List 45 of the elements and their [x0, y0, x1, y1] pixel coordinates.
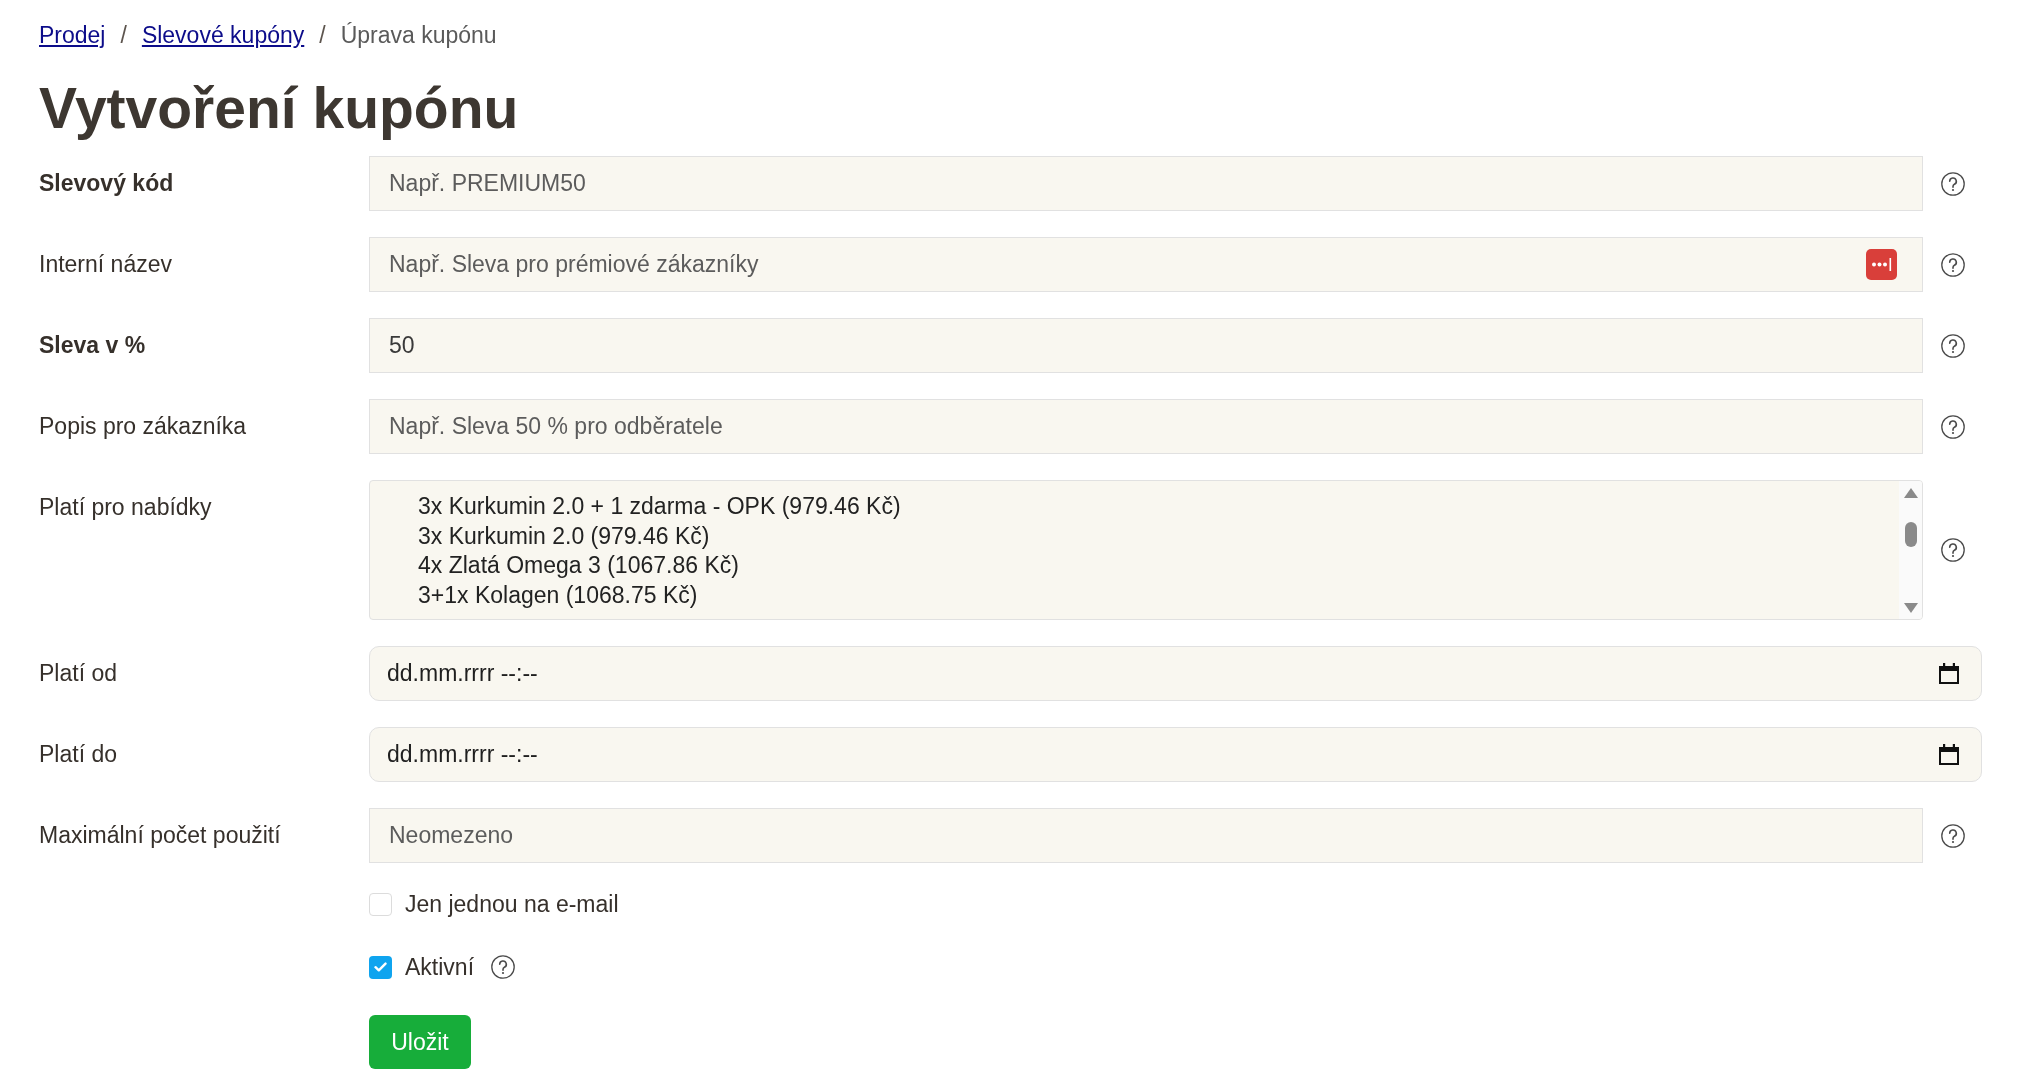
field-label: Platí od	[39, 659, 118, 689]
scroll-up-arrow-icon[interactable]	[1903, 488, 1918, 498]
list-option[interactable]: 3+1x Kolagen (1068.75 Kč)	[418, 580, 698, 611]
field-label: Maximální počet použití	[39, 821, 282, 851]
text-field[interactable]: Např. Sleva pro prémiové zákazníky	[369, 237, 1923, 292]
breadcrumb-separator: /	[120, 21, 127, 49]
list-option[interactable]: 4x Zlatá Omega 3 (1067.86 Kč)	[418, 551, 739, 581]
date-time-field[interactable]: dd.mm.rrrr --:--	[369, 727, 1982, 782]
list-box[interactable]: 3x Kurkumin 2.0 + 1 zdarma - OPK (979.46 Kč) 3x Kurkumin 2.0 (979.46 Kč) 4x Zlatá Omega 3 (1067.86 Kč) 3+1x Kolagen (1068.75 Kč)	[369, 480, 1923, 620]
scroll-thumb[interactable]	[1904, 522, 1917, 547]
breadcrumb-current: Úprava kupónu	[340, 21, 497, 49]
list-option[interactable]: 3x Kurkumin 2.0 + 1 zdarma - OPK (979.46 Kč)	[418, 492, 901, 522]
page-title: Vytvoření kupónu	[39, 77, 519, 139]
checkbox[interactable]	[369, 955, 392, 979]
checkbox-label: Aktivní	[405, 952, 475, 982]
scrollbar[interactable]	[1899, 481, 1922, 619]
text-field[interactable]: 50	[369, 318, 1923, 373]
calendar-icon[interactable]	[1939, 663, 1959, 684]
field-label: Interní název	[39, 250, 173, 280]
checkbox[interactable]	[369, 892, 392, 916]
help-icon[interactable]	[1941, 823, 1965, 848]
dots-icon[interactable]	[1866, 249, 1897, 280]
field-label: Slevový kód	[39, 169, 175, 199]
calendar-icon[interactable]	[1939, 744, 1959, 765]
help-icon[interactable]	[1941, 538, 1965, 562]
field-label: Sleva v %	[39, 331, 147, 361]
help-icon[interactable]	[1941, 171, 1965, 196]
field-label: Popis pro zákazníka	[39, 412, 248, 442]
checkmark-icon	[374, 962, 387, 972]
field-label: Platí pro nabídky	[39, 493, 213, 523]
breadcrumb-link[interactable]: Prodej	[39, 21, 106, 49]
breadcrumb-link[interactable]: Slevové kupóny	[141, 21, 305, 49]
help-icon[interactable]	[491, 955, 516, 979]
help-icon[interactable]	[1941, 333, 1965, 358]
help-icon[interactable]	[1941, 252, 1965, 277]
checkbox-label: Jen jednou na e-mail	[405, 889, 619, 919]
scroll-down-arrow-icon[interactable]	[1903, 603, 1918, 613]
date-time-field[interactable]: dd.mm.rrrr --:--	[369, 646, 1982, 701]
field-label: Platí do	[39, 740, 118, 770]
text-field[interactable]: Např. PREMIUM50	[369, 156, 1923, 211]
text-field[interactable]: Neomezeno	[369, 808, 1923, 863]
text-field[interactable]: Např. Sleva 50 % pro odběratele	[369, 399, 1923, 454]
list-option[interactable]: 3x Kurkumin 2.0 (979.46 Kč)	[418, 521, 710, 552]
breadcrumb-separator: /	[319, 21, 326, 49]
help-icon[interactable]	[1941, 414, 1965, 439]
